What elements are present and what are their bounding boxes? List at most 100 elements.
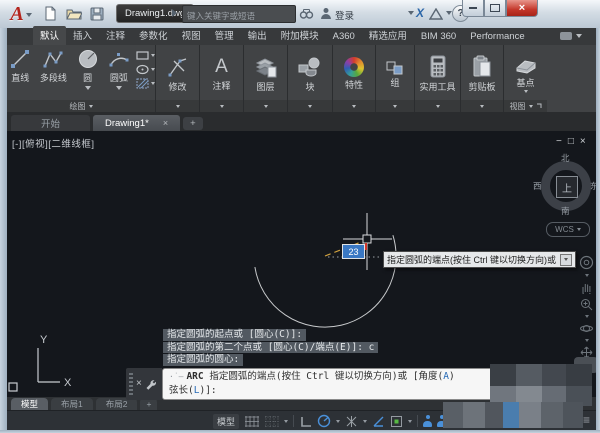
search-input[interactable] [183, 8, 303, 24]
customization-menu-icon[interactable]: ≡ [583, 413, 590, 427]
hatch-tool[interactable] [136, 78, 155, 89]
viewport-close-icon[interactable]: × [580, 136, 586, 147]
osnap-tracking-toggle[interactable] [372, 415, 385, 428]
dynamic-input-field[interactable]: 23 [342, 244, 365, 259]
pan-hand-icon[interactable] [580, 281, 593, 294]
wcs-dropdown[interactable]: WCS [546, 222, 590, 237]
chevron-down-icon[interactable] [585, 315, 589, 318]
panel-group[interactable]: 组 [376, 45, 415, 112]
app-menu-button[interactable]: A [5, 1, 37, 28]
save-button[interactable] [88, 5, 105, 22]
chevron-down-icon[interactable] [480, 105, 484, 108]
ribbon-tab-output[interactable]: 输出 [241, 26, 274, 45]
ortho-mode-toggle[interactable] [299, 415, 312, 428]
chevron-down-icon[interactable] [176, 105, 180, 108]
command-close-icon[interactable]: × [136, 379, 142, 389]
chevron-down-icon[interactable] [436, 105, 440, 108]
chevron-down-icon[interactable] [336, 420, 340, 423]
ribbon-tab-insert[interactable]: 插入 [66, 26, 99, 45]
panel-layers[interactable]: 图层 [244, 45, 288, 112]
polyline-tool[interactable]: 多段线 [35, 48, 71, 100]
zoom-icon[interactable] [580, 298, 593, 311]
grid-display-toggle[interactable] [244, 415, 259, 428]
viewport-controls-label[interactable]: [-][俯视][二维线框] [12, 136, 95, 150]
chevron-down-icon[interactable] [393, 105, 397, 108]
user-icon[interactable] [320, 7, 332, 25]
panel-block[interactable]: 块 [288, 45, 333, 112]
viewcube-north[interactable]: 北 [561, 152, 570, 164]
close-button[interactable]: × [506, 0, 538, 17]
ribbon-tab-manage[interactable]: 管理 [208, 26, 241, 45]
ellipse-tool[interactable] [136, 64, 155, 75]
layout-tab-model[interactable]: 模型 [11, 398, 48, 410]
chevron-down-icon[interactable] [116, 86, 122, 90]
isodraft-toggle[interactable] [345, 415, 358, 428]
polar-tracking-toggle[interactable] [317, 414, 331, 428]
snap-mode-toggle[interactable] [264, 415, 279, 428]
chevron-down-icon[interactable] [585, 339, 589, 342]
panel-clipboard[interactable]: 剪贴板 [461, 45, 504, 112]
exchange-apps-icon[interactable]: X [416, 6, 424, 20]
command-window-grip[interactable]: × [126, 368, 162, 400]
annotation-visibility-toggle[interactable] [423, 415, 432, 427]
arc-tool[interactable]: 圆弧 [104, 48, 134, 100]
ribbon-tab-annotate[interactable]: 注释 [99, 26, 132, 45]
ribbon-tab-view[interactable]: 视图 [175, 26, 208, 45]
signin-link[interactable]: 登录 [335, 8, 354, 22]
viewcube-west[interactable]: 西 [533, 180, 542, 192]
panel-title-view[interactable]: 视图 [504, 100, 547, 112]
viewport-minimize-icon[interactable]: − [556, 136, 562, 147]
a360-icon[interactable] [429, 7, 443, 25]
panel-title-draw[interactable]: 绘图 [7, 100, 155, 112]
tab-close-icon[interactable]: × [163, 118, 168, 128]
chevron-down-icon[interactable] [220, 105, 224, 108]
ribbon-tab-parametric[interactable]: 参数化 [132, 26, 175, 45]
viewcube-south[interactable]: 南 [561, 205, 570, 217]
panel-utilities[interactable]: 实用工具 [415, 45, 461, 112]
ribbon-tab-addins[interactable]: 附加模块 [274, 26, 326, 45]
chevron-down-icon[interactable] [363, 420, 367, 423]
layout-tab-layout1[interactable]: 布局1 [51, 398, 93, 410]
ribbon-tab-home[interactable]: 默认 [33, 26, 66, 45]
orbit-icon[interactable] [580, 322, 593, 335]
panel-properties[interactable]: 特性 [333, 45, 376, 112]
file-tab-start[interactable]: 开始 [11, 115, 90, 131]
chevron-down-icon[interactable] [352, 105, 356, 108]
chevron-down-icon[interactable] [264, 105, 268, 108]
viewcube-top-face[interactable]: 上 [556, 176, 578, 198]
ribbon-tab-featured-apps[interactable]: 精选应用 [362, 26, 414, 45]
viewport-restore-icon[interactable]: □ [568, 136, 574, 147]
chevron-down-icon[interactable] [308, 105, 312, 108]
rectangle-tool[interactable] [136, 50, 155, 61]
minimize-button[interactable] [462, 0, 484, 17]
steering-wheel-icon[interactable] [579, 255, 594, 270]
drag-handle-icon[interactable] [129, 373, 133, 395]
new-file-button[interactable] [42, 5, 59, 22]
open-file-button[interactable] [65, 5, 82, 22]
chevron-down-icon[interactable] [585, 274, 589, 277]
object-snap-toggle[interactable] [390, 415, 403, 428]
search-button[interactable] [299, 7, 314, 25]
panel-modify[interactable]: 修改 [156, 45, 200, 112]
ribbon-tab-bim360[interactable]: BIM 360 [414, 29, 463, 45]
ribbon-tab-performance[interactable]: Performance [463, 29, 531, 45]
title-expand-icon[interactable] [172, 9, 177, 17]
chevron-down-icon[interactable] [284, 420, 288, 423]
command-line[interactable]: ·˙‒ARC 指定圆弧的端点(按住 Ctrl 键以切换方向)或 [角度(A) 弦… [162, 368, 496, 400]
tooltip-options-button[interactable] [560, 254, 572, 266]
chevron-down-icon[interactable] [524, 90, 528, 93]
file-tab-drawing1[interactable]: Drawing1* × [93, 115, 180, 131]
chevron-down-icon[interactable] [408, 11, 414, 15]
chevron-down-icon[interactable] [408, 420, 412, 423]
panel-annotate[interactable]: A 注释 [200, 45, 244, 112]
new-drawing-tab-button[interactable]: + [183, 117, 203, 130]
line-tool[interactable]: 直线 [7, 48, 33, 100]
wrench-icon[interactable] [145, 379, 156, 390]
circle-tool[interactable]: 圆 [73, 48, 101, 100]
restore-button[interactable] [484, 0, 506, 17]
ribbon-tab-a360[interactable]: A360 [326, 29, 362, 45]
panel-base[interactable]: 基点 视图 [504, 45, 547, 112]
ribbon-display-toggle[interactable] [559, 31, 582, 41]
model-space-button[interactable]: 模型 [213, 414, 239, 429]
chevron-down-icon[interactable] [85, 86, 91, 90]
